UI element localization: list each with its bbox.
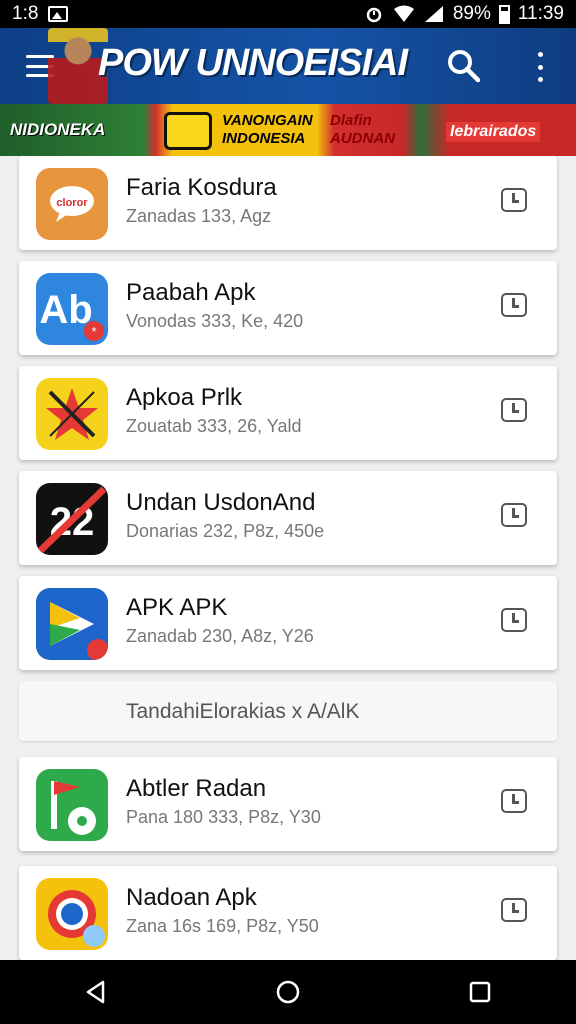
app-card[interactable]: 22 Undan UsdonAnd Donarias 232, P8z, 450… — [19, 471, 557, 565]
app-title: POW UNNOEISIAI — [98, 42, 408, 84]
banner-mid2-line1: Dlafin — [330, 112, 372, 129]
app-meta: Vonodas 333, Ke, 420 — [126, 311, 304, 331]
app-name: Faria Kosdura — [126, 174, 277, 201]
banner-badge-icon — [164, 112, 212, 150]
app-card[interactable]: cloror Faria Kosdura Zanadas 133, Agz — [19, 156, 557, 250]
app-name: Nadoan Apk — [126, 884, 257, 911]
app-meta: Zanadas 133, Agz — [126, 206, 272, 226]
banner-left-text: NIDIONEKA — [10, 120, 106, 139]
download-icon[interactable] — [501, 898, 527, 922]
download-icon[interactable] — [501, 293, 527, 317]
app-card[interactable]: Ab * Paabah Apk Vonodas 333, Ke, 420 — [19, 261, 557, 355]
slash-app-icon: 22 — [36, 483, 108, 555]
system-nav-bar — [0, 960, 576, 1024]
app-name: Paabah Apk — [126, 279, 256, 306]
download-icon[interactable] — [501, 789, 527, 813]
recents-square-icon[interactable] — [450, 970, 510, 1014]
section-header-card[interactable]: TandahiElorakias x A/AlK — [19, 681, 557, 741]
svg-text:*: * — [91, 324, 96, 339]
banner-mid2-text: Dlafin AUDNAN — [330, 112, 395, 148]
gallery-notification-icon — [48, 6, 69, 22]
status-bar: 1:8 89% 11:39 — [0, 0, 576, 28]
app-meta: Zouatab 333, 26, Yald — [126, 416, 302, 436]
battery-icon — [498, 4, 510, 24]
globe-app-icon — [36, 878, 108, 950]
app-bar: POW UNNOEISIAI — [0, 28, 576, 104]
download-icon[interactable] — [501, 398, 527, 422]
star-app-icon — [36, 378, 108, 450]
svg-text:cloror: cloror — [56, 197, 88, 209]
banner-right-text: Iebrairados — [446, 122, 541, 142]
status-time-left: 1:8 — [12, 3, 39, 24]
app-card[interactable]: APK APK Zanadab 230, A8z, Y26 — [19, 576, 557, 670]
download-icon[interactable] — [501, 188, 527, 212]
app-name: Apkoa Prlk — [126, 384, 243, 411]
status-clock: 11:39 — [517, 3, 564, 24]
svg-text:Ab: Ab — [39, 288, 92, 332]
app-name: APK APK — [126, 594, 228, 621]
cell-signal-icon — [424, 6, 443, 22]
more-vert-icon[interactable] — [532, 52, 548, 82]
app-meta: Donarias 232, P8z, 450e — [126, 521, 325, 541]
app-card[interactable]: Apkoa Prlk Zouatab 333, 26, Yald — [19, 366, 557, 460]
play-arrow-app-icon — [36, 588, 108, 660]
ab-app-icon: Ab * — [36, 273, 108, 345]
wifi-icon — [393, 5, 414, 22]
app-list: cloror Faria Kosdura Zanadas 133, Agz Ab… — [0, 156, 576, 960]
home-circle-icon[interactable] — [258, 970, 318, 1014]
status-right: 89% 11:39 — [363, 3, 564, 25]
app-card[interactable]: Nadoan Apk Zana 16s 169, P8z, Y50 — [19, 866, 557, 960]
search-icon[interactable] — [446, 48, 482, 84]
back-triangle-icon[interactable] — [66, 970, 126, 1014]
status-left: 1:8 — [12, 3, 69, 25]
battery-percent: 89% — [452, 3, 491, 24]
chat-bubble-app-icon: cloror — [36, 168, 108, 240]
download-icon[interactable] — [501, 608, 527, 632]
banner-mid-line1: VANONGAIN — [222, 112, 313, 129]
app-name: Undan UsdonAnd — [126, 489, 316, 516]
alarm-icon — [366, 7, 382, 23]
promo-banner[interactable]: NIDIONEKA VANONGAIN INDONESIA Dlafin AUD… — [0, 104, 576, 156]
app-meta: Pana 180 333, P8z, Y30 — [126, 807, 321, 827]
pin-app-icon — [36, 769, 108, 841]
banner-mid-text: VANONGAIN INDONESIA — [222, 112, 313, 148]
download-icon[interactable] — [501, 503, 527, 527]
app-name: Abtler Radan — [126, 775, 267, 802]
app-meta: Zana 16s 169, P8z, Y50 — [126, 916, 319, 936]
banner-mid2-line2: AUDNAN — [330, 130, 395, 147]
app-card[interactable]: Abtler Radan Pana 180 333, P8z, Y30 — [19, 757, 557, 851]
app-meta: Zanadab 230, A8z, Y26 — [126, 626, 314, 646]
section-label: TandahiElorakias x A/AlK — [126, 700, 360, 723]
banner-mid-line2: INDONESIA — [222, 130, 306, 147]
